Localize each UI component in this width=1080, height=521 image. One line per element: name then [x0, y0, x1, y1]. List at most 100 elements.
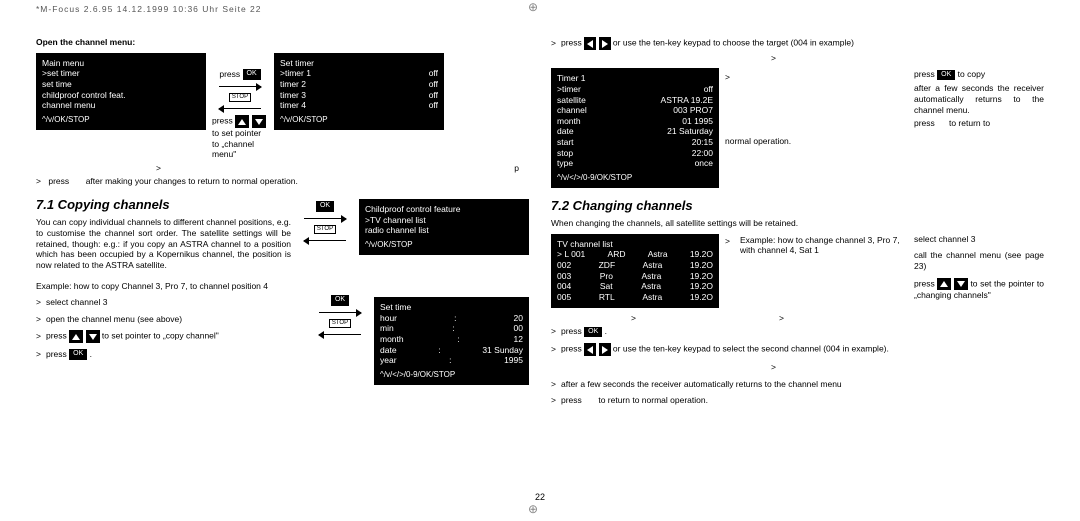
childproof-item: radio channel list — [365, 225, 523, 236]
down-key-icon — [954, 278, 968, 291]
change-steps: >press OK . >press or use the ten-key ke… — [551, 326, 1044, 406]
sub-row: >p — [36, 163, 529, 174]
c: 19.2O — [690, 281, 713, 292]
press-label: press — [561, 38, 582, 48]
page: *M-Focus 2.6.95 14.12.1999 10:36 Uhr Sei… — [0, 0, 1080, 521]
crop-mark-bottom: ⊕ — [528, 502, 538, 517]
left-key-icon — [584, 37, 596, 50]
c: Astra — [643, 260, 663, 271]
step: after a few seconds the receiver automat… — [561, 379, 842, 389]
top-line: >press or use the ten-key keypad to choo… — [551, 37, 1044, 50]
c: Astra — [641, 281, 661, 292]
arrow-group: OK STOP — [297, 197, 353, 241]
c: 12 — [514, 334, 523, 345]
arrow-right-icon — [304, 218, 346, 219]
childproof-foot: ^/v/OK/STOP — [365, 240, 523, 250]
set-time-block: Set time hour:20 min:00 month:12 date:31… — [374, 297, 529, 385]
timer-title: Timer 1 — [557, 73, 713, 84]
stop-key-icon: STOP — [314, 225, 336, 235]
c: : — [438, 345, 440, 356]
step: press — [914, 278, 935, 288]
down-key-icon — [252, 115, 266, 128]
example-copy: Example: how to copy Channel 3, Pro 7, t… — [36, 281, 529, 292]
after-change-line: > press after making your changes to ret… — [36, 176, 529, 187]
cell: off — [429, 100, 438, 111]
set-timer-title: Set timer — [280, 58, 438, 69]
c: 20:15 — [692, 137, 713, 148]
down-key-icon — [86, 330, 100, 343]
open-channel-title: Open the channel menu: — [36, 37, 529, 48]
change-example-col: Example: how to change channel 3, Pro 7,… — [736, 232, 908, 259]
c: 19.2O — [690, 292, 713, 303]
left-column: Open the channel menu: Main menu >set ti… — [36, 34, 529, 412]
up-key-icon — [235, 115, 249, 128]
step: press — [561, 326, 582, 336]
c: 19.2O — [690, 271, 713, 282]
c: year — [380, 355, 397, 366]
step: press — [561, 395, 582, 405]
top-line-text: or use the ten-key keypad to choose the … — [613, 38, 854, 48]
press-label: press — [48, 176, 69, 186]
c: stop — [557, 148, 573, 159]
after-copy: after a few seconds the receiver automat… — [914, 83, 1044, 115]
c: Sat — [600, 281, 613, 292]
c: once — [695, 158, 713, 169]
ok-key-icon: OK — [331, 295, 349, 306]
main-menu-item: channel menu — [42, 100, 200, 111]
set-timer-block: Set timer >timer 1off timer 2off timer 3… — [274, 53, 444, 130]
main-menu-item: >set timer — [42, 68, 200, 79]
heading-7-1: 7.1 Copying channels — [36, 197, 291, 213]
c: Astra — [642, 292, 662, 303]
step: call the channel menu (see page 23) — [914, 250, 1044, 271]
step: press — [46, 349, 67, 359]
c: 20 — [514, 313, 523, 324]
arrow-right-icon — [219, 86, 261, 87]
c: : — [454, 313, 456, 324]
copy-aside: press OK to copy after a few seconds the… — [914, 66, 1044, 132]
arrow-group: press OK STOP press to set pointer to „c… — [212, 51, 268, 160]
menu-row: Main menu >set timer set time childproof… — [36, 51, 529, 160]
c: satellite — [557, 95, 586, 106]
main-menu-foot: ^/v/OK/STOP — [42, 115, 200, 125]
main-menu-title: Main menu — [42, 58, 200, 69]
c: channel — [557, 105, 587, 116]
c: Astra — [641, 271, 661, 282]
childproof-title: Childproof control feature — [365, 204, 523, 215]
right-key-icon — [599, 343, 611, 356]
copy-steps: >select channel 3 >open the channel menu… — [36, 295, 306, 366]
timer-side: > normal operation. — [725, 66, 791, 146]
step: or use the ten-key keypad to select the … — [613, 344, 889, 354]
set-pointer-text: to set pointer to „channel menu" — [212, 128, 261, 159]
c: 22:00 — [692, 148, 713, 159]
c: month — [380, 334, 404, 345]
c: start — [557, 137, 574, 148]
timer-foot: ^/v/</>/0-9/OK/STOP — [557, 173, 713, 183]
c: Pro — [600, 271, 613, 282]
c: type — [557, 158, 573, 169]
right-key-icon — [599, 37, 611, 50]
imposition-header: *M-Focus 2.6.95 14.12.1999 10:36 Uhr Sei… — [36, 4, 262, 15]
page-number: 22 — [0, 492, 1080, 503]
c: 01 1995 — [682, 116, 713, 127]
content: Open the channel menu: Main menu >set ti… — [36, 34, 1044, 412]
tvlist-block: TV channel list > L 001ARDAstra19.2O 002… — [551, 234, 719, 308]
c: 002 — [557, 260, 571, 271]
step: select channel 3 — [46, 297, 107, 307]
cell: >timer 1 — [280, 68, 311, 79]
c: 004 — [557, 281, 571, 292]
cell: timer 4 — [280, 100, 306, 111]
press-label: press — [219, 69, 240, 79]
arrow-right-icon — [319, 312, 361, 313]
c: : — [457, 334, 459, 345]
main-menu-block: Main menu >set timer set time childproof… — [36, 53, 206, 130]
ok-key-icon: OK — [69, 349, 87, 360]
stop-key-icon: STOP — [229, 93, 251, 103]
to-return: to return to — [949, 118, 990, 128]
step: press — [46, 331, 67, 341]
c: off — [704, 84, 713, 95]
press-label: press — [914, 118, 935, 128]
c: > L 001 — [557, 249, 585, 260]
c: hour — [380, 313, 397, 324]
change-example: Example: how to change channel 3, Pro 7,… — [740, 235, 908, 256]
change-aside: select channel 3 call the channel menu (… — [914, 232, 1044, 307]
